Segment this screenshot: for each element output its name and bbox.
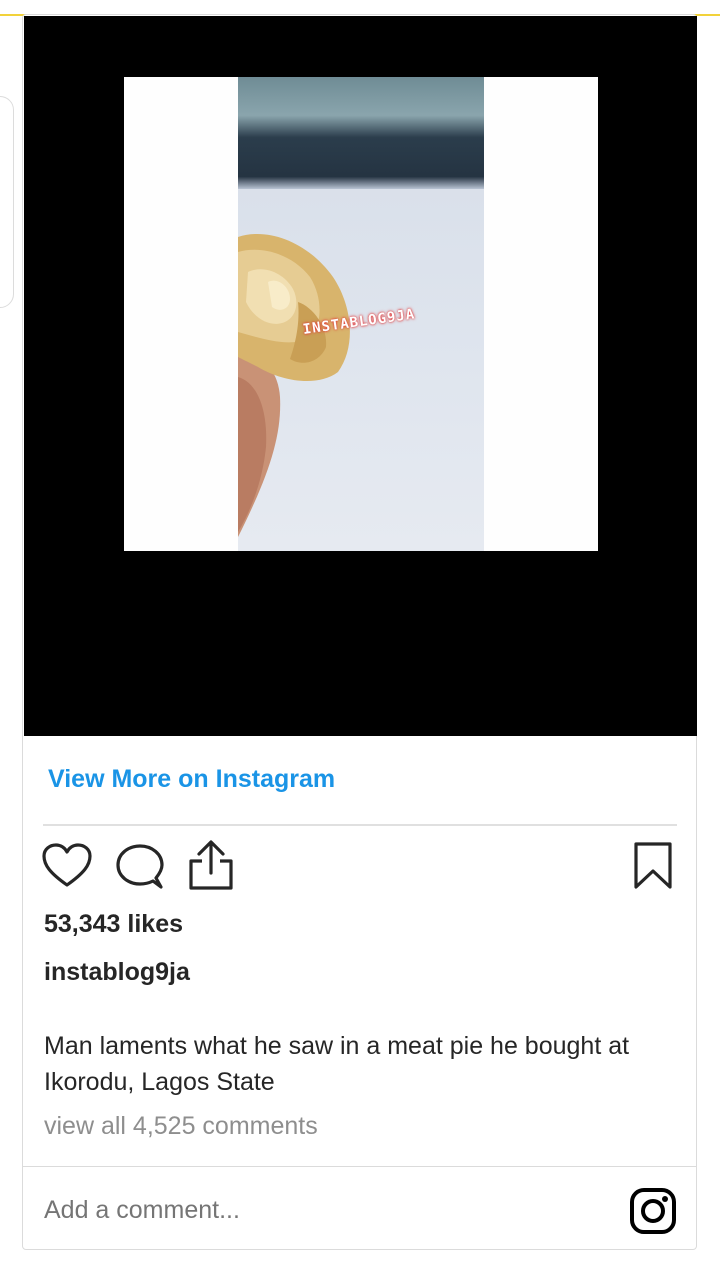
post-username[interactable]: instablog9ja (44, 958, 190, 987)
view-more-on-instagram-link[interactable]: View More on Instagram (48, 765, 335, 794)
post-caption: Man laments what he saw in a meat pie he… (44, 1032, 630, 1096)
view-all-comments-link[interactable]: view all 4,525 comments (44, 1112, 318, 1141)
instagram-logo-icon[interactable] (629, 1187, 677, 1235)
share-upload-icon[interactable] (187, 839, 235, 891)
instagram-embed-card: INSTABLOG9JA View More on Instagram 53,3… (22, 14, 697, 1250)
post-video[interactable]: INSTABLOG9JA (24, 16, 697, 736)
video-content: INSTABLOG9JA (238, 77, 484, 551)
bookmark-icon[interactable] (633, 841, 673, 891)
heart-icon[interactable] (42, 843, 92, 889)
video-frame: INSTABLOG9JA (124, 77, 598, 551)
speech-bubble-icon[interactable] (116, 843, 164, 891)
likes-count[interactable]: 53,343 likes (44, 910, 183, 939)
action-divider (43, 824, 677, 826)
comment-divider (23, 1166, 696, 1167)
add-comment-input[interactable] (44, 1196, 604, 1225)
side-panel-tab[interactable] (0, 96, 14, 308)
